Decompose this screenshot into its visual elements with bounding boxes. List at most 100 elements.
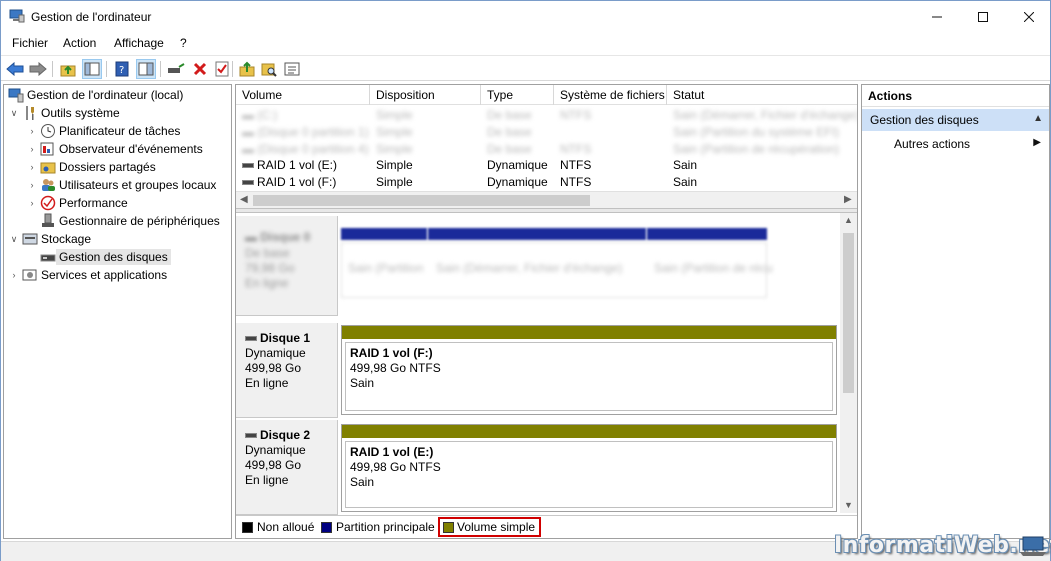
users-icon [40, 177, 56, 193]
scroll-left-icon[interactable]: ◀ [240, 194, 248, 205]
actions-title: Actions [862, 85, 1049, 107]
scrollbar-thumb[interactable] [253, 195, 590, 206]
list-view-button[interactable] [282, 59, 302, 79]
svg-text:?: ? [119, 65, 124, 76]
tree-node-local-users-groups[interactable]: › Utilisateurs et groupes locaux [26, 176, 217, 194]
app-window: Gestion de l'ordinateur Fichier Action A… [0, 0, 1051, 561]
disk-1-volume[interactable]: RAID 1 vol (F:) 499,98 Go NTFS Sain [341, 325, 837, 415]
help-button[interactable]: ? [112, 59, 132, 79]
collapse-chevron-icon[interactable]: ∨ [8, 234, 20, 245]
tree-node-storage[interactable]: ∨ Stockage [8, 230, 91, 248]
menu-help[interactable]: ? [180, 36, 187, 50]
up-folder-button[interactable] [58, 59, 78, 79]
legend-swatch-primary [321, 522, 332, 533]
column-header-disposition[interactable]: Disposition [370, 85, 481, 105]
submenu-arrow-icon: ▶ [1033, 137, 1041, 148]
title-bar: Gestion de l'ordinateur [1, 1, 1050, 32]
column-header-filesystem[interactable]: Système de fichiers [554, 85, 667, 105]
highlight-box [438, 517, 541, 537]
tree-node-computer-management[interactable]: Gestion de l'ordinateur (local) [6, 86, 183, 104]
tree-node-event-viewer[interactable]: › Observateur d'événements [26, 140, 203, 158]
pane-splitter[interactable] [236, 208, 857, 213]
window-title: Gestion de l'ordinateur [31, 10, 152, 24]
tools-icon [22, 105, 38, 121]
menu-action[interactable]: Action [63, 36, 96, 50]
console-tree-icon [84, 62, 100, 76]
disk-icon [245, 433, 257, 439]
action-more-actions[interactable]: Autres actions ▶ [862, 133, 1049, 155]
tree-node-services-applications[interactable]: › Services et applications [8, 266, 168, 284]
disk-management-icon [40, 249, 56, 265]
expand-chevron-icon[interactable]: › [26, 144, 38, 154]
clock-icon [40, 123, 56, 139]
event-viewer-icon [40, 141, 56, 157]
collapse-up-icon[interactable]: ▲ [1033, 113, 1043, 124]
expand-chevron-icon[interactable]: › [26, 198, 38, 208]
export-button[interactable] [237, 59, 257, 79]
show-hide-action-pane-button[interactable] [136, 59, 156, 79]
minimize-button[interactable] [914, 1, 960, 32]
table-row[interactable]: RAID 1 vol (F:) Simple Dynamique NTFS Sa… [236, 174, 855, 191]
disk-2-label[interactable]: Disque 2 Dynamique 499,98 Go En ligne [236, 420, 338, 515]
maximize-button[interactable] [960, 1, 1006, 32]
forward-button[interactable] [28, 59, 48, 79]
expand-chevron-icon[interactable]: › [8, 270, 20, 280]
device-manager-icon [40, 213, 56, 229]
properties-check-button[interactable] [212, 59, 232, 79]
disk-1-label[interactable]: Disque 1 Dynamique 499,98 Go En ligne [236, 323, 338, 418]
shared-folder-icon [40, 159, 56, 175]
menu-affichage[interactable]: Affichage [114, 36, 164, 50]
actions-pane: Actions Gestion des disques ▲ Autres act… [861, 84, 1050, 539]
computer-management-icon [9, 9, 25, 23]
disk-2-volume[interactable]: RAID 1 vol (E:) 499,98 Go NTFS Sain [341, 424, 837, 512]
services-icon [22, 267, 38, 283]
tree-node-task-scheduler[interactable]: › Planificateur de tâches [26, 122, 180, 140]
search-folder-button[interactable] [259, 59, 279, 79]
action-pane-icon [138, 62, 154, 76]
expand-chevron-icon[interactable]: › [26, 180, 38, 190]
legend: Non alloué Partition principale Volume s… [236, 515, 857, 538]
volume-list-header: Volume Disposition Type Système de fichi… [236, 85, 857, 105]
legend-label-primary: Partition principale [336, 520, 435, 534]
horizontal-scrollbar[interactable]: ◀ ▶ [236, 191, 857, 208]
tree-node-system-tools[interactable]: ∨ Outils système [8, 104, 120, 122]
column-header-volume[interactable]: Volume [236, 85, 370, 105]
table-row[interactable]: RAID 1 vol (E:) Simple Dynamique NTFS Sa… [236, 157, 855, 174]
blurred-row: ▬ (Disque 0 partition 1) Simple De base Sai… [242, 125, 840, 139]
legend-swatch-unallocated [242, 522, 253, 533]
column-header-type[interactable]: Type [481, 85, 554, 105]
disk-management-view: Volume Disposition Type Système de fichi… [235, 84, 858, 539]
show-hide-tree-button[interactable] [82, 59, 102, 79]
console-tree: Gestion de l'ordinateur (local) ∨ Outils… [3, 84, 232, 539]
menu-fichier[interactable]: Fichier [12, 36, 48, 50]
close-icon [1024, 11, 1034, 22]
tree-node-performance[interactable]: › Performance [26, 194, 128, 212]
scroll-down-icon[interactable]: ▼ [844, 500, 853, 510]
disk-icon [245, 336, 257, 342]
expand-chevron-icon[interactable]: › [26, 162, 38, 172]
export-arrow-icon [239, 61, 255, 77]
back-arrow-icon [6, 62, 24, 76]
close-button[interactable] [1006, 1, 1051, 32]
performance-icon [40, 195, 56, 211]
tree-node-shared-folders[interactable]: › Dossiers partagés [26, 158, 156, 176]
tree-node-device-manager[interactable]: Gestionnaire de périphériques [38, 212, 220, 230]
connect-drive-button[interactable] [166, 59, 186, 79]
storage-icon [22, 231, 38, 247]
delete-x-icon [193, 62, 207, 76]
collapse-chevron-icon[interactable]: ∨ [8, 108, 20, 119]
laptop-logo-icon [1020, 536, 1046, 556]
scroll-right-icon[interactable]: ▶ [844, 194, 852, 205]
vertical-scrollbar[interactable]: ▲ ▼ [840, 213, 857, 513]
column-header-status[interactable]: Statut [667, 85, 857, 105]
scrollbar-thumb[interactable] [843, 233, 854, 393]
toolbar: ? [1, 55, 1050, 81]
back-button[interactable] [5, 59, 25, 79]
tree-node-disk-management[interactable]: Gestion des disques [38, 248, 171, 266]
delete-button[interactable] [190, 59, 210, 79]
scroll-up-icon[interactable]: ▲ [844, 215, 853, 225]
expand-chevron-icon[interactable]: › [26, 126, 38, 136]
search-folder-icon [261, 63, 277, 77]
actions-section-disk-management[interactable]: Gestion des disques ▲ [862, 109, 1049, 131]
simple-volume-bar [342, 326, 836, 339]
